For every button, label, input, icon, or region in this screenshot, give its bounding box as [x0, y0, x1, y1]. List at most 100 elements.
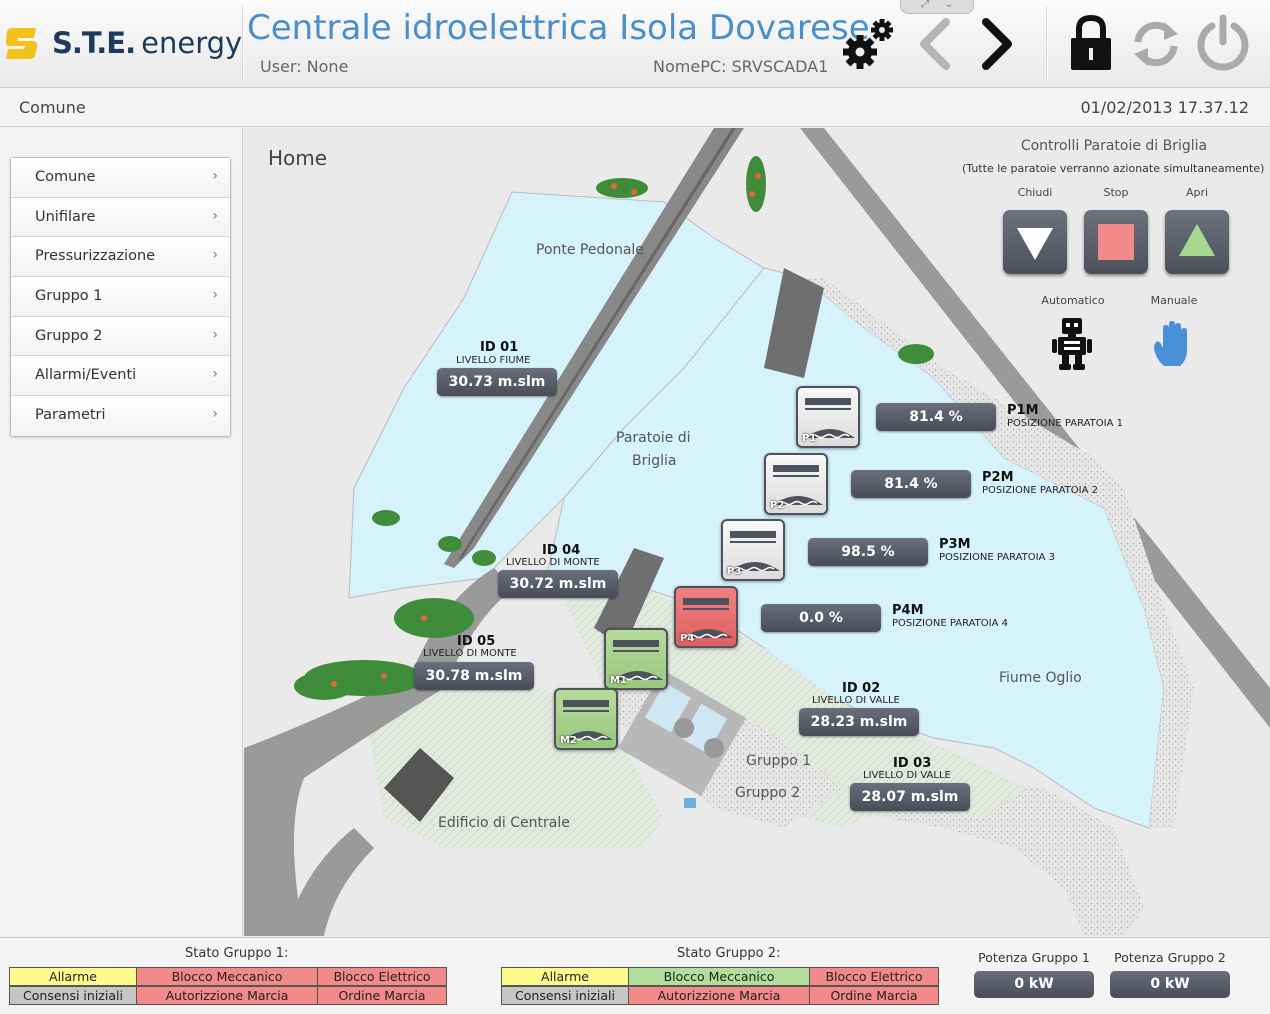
label-briglia: Briglia — [632, 453, 677, 469]
intake-m2[interactable]: M2 — [554, 688, 618, 750]
label-gruppo-2: Gruppo 2 — [735, 785, 801, 801]
sidebar-item-allarmi-eventi[interactable]: Allarmi/Eventi › — [11, 356, 230, 397]
back-icon[interactable] — [912, 16, 956, 72]
chevron-right-icon: › — [212, 326, 218, 343]
gate-label: P2 — [770, 500, 785, 511]
expand-icon[interactable]: ⤢ — [921, 0, 929, 10]
open-gates-button[interactable] — [1165, 210, 1229, 274]
sensor-value-01: 30.73 m.slm — [437, 368, 557, 396]
sidebar-item-pressurizzazione[interactable]: Pressurizzazione › — [11, 237, 230, 278]
chevron-right-icon: › — [212, 168, 218, 184]
close-label: Chiudi — [1017, 186, 1053, 199]
sensor-value-04: 30.72 m.slm — [498, 570, 618, 598]
forward-icon[interactable] — [976, 16, 1020, 72]
stop-gates-button[interactable] — [1084, 210, 1148, 274]
hand-icon[interactable] — [1150, 320, 1194, 368]
sidebar-item-parametri[interactable]: Parametri › — [11, 396, 230, 436]
chevron-right-icon: › — [212, 207, 218, 224]
power-group2-value: 0 kW — [1110, 971, 1230, 998]
sensor-id-04: ID 04 — [542, 543, 581, 558]
window-controls-tab[interactable]: ⤢ ⌄ — [900, 0, 974, 14]
gate-p3-code: P3M — [939, 537, 971, 552]
g2-ordine-marcia: Ordine Marcia — [809, 986, 939, 1005]
gate-p3[interactable]: P3 — [721, 519, 785, 581]
g2-allarme: Allarme — [501, 967, 629, 986]
brand-light: energy — [141, 26, 243, 60]
g2-blocco-elettrico: Blocco Elettrico — [809, 967, 939, 986]
sensor-desc-02: LIVELLO DI VALLE — [812, 695, 900, 706]
gate-p1-position: 81.4 % — [876, 403, 996, 431]
close-gates-button[interactable] — [1003, 210, 1067, 274]
sidebar-item-gruppo-2[interactable]: Gruppo 2 › — [11, 316, 230, 357]
power-group2-title: Potenza Gruppo 2 — [1114, 950, 1226, 965]
g1-ordine-marcia: Ordine Marcia — [317, 986, 447, 1005]
sensor-value-05: 30.78 m.slm — [414, 662, 534, 690]
triangle-down-icon — [1017, 228, 1053, 260]
robot-icon[interactable] — [1050, 316, 1094, 372]
gate-p2[interactable]: P2 — [764, 453, 828, 515]
label-ponte-pedonale: Ponte Pedonale — [536, 242, 644, 258]
gears-icon[interactable] — [840, 16, 896, 72]
sidebar-item-comune[interactable]: Comune › — [11, 158, 230, 198]
sensor-value-03: 28.07 m.slm — [850, 783, 970, 811]
status-bar: Comune 01/02/2013 17.37.12 — [0, 89, 1270, 127]
g2-blocco-meccanico: Blocco Meccanico — [628, 967, 810, 986]
refresh-icon[interactable] — [1128, 16, 1184, 72]
current-page-label: Comune — [19, 98, 86, 117]
gate-p4[interactable]: P4 — [674, 586, 738, 648]
header-divider — [1046, 6, 1048, 82]
label-fiume-oglio: Fiume Oglio — [999, 670, 1082, 686]
sidebar-item-label: Allarmi/Eventi — [35, 367, 137, 384]
sidebar-item-label: Unifilare — [35, 208, 96, 225]
header-divider — [242, 6, 244, 82]
sensor-desc-04: LIVELLO DI MONTE — [506, 557, 600, 568]
sensor-id-01: ID 01 — [480, 340, 519, 355]
sensor-desc-03: LIVELLO DI VALLE — [863, 770, 951, 781]
sensor-id-05: ID 05 — [457, 634, 496, 649]
sidebar-item-label: Parametri — [35, 407, 106, 424]
sidebar-item-unifilare[interactable]: Unifilare › — [11, 197, 230, 238]
plant-map: Home Ponte Pedonale Paratoie di Briglia … — [244, 128, 1270, 936]
label-gruppo-1: Gruppo 1 — [746, 753, 812, 769]
gate-p3-position: 98.5 % — [808, 538, 928, 566]
chevron-right-icon: › — [212, 366, 218, 383]
lock-icon[interactable] — [1068, 14, 1114, 72]
group2-status-title: Stato Gruppo 2: — [677, 946, 781, 961]
power-icon[interactable] — [1194, 14, 1252, 72]
nav-menu: Comune › Unifilare › Pressurizzazione › Gru… — [10, 157, 231, 437]
g1-autorizzione-marcia: Autorizzione Marcia — [136, 986, 318, 1005]
gate-p4-desc: POSIZIONE PARATOIA 4 — [892, 618, 1008, 629]
sidebar-item-gruppo-1[interactable]: Gruppo 1 › — [11, 277, 230, 317]
sidebar-item-label: Gruppo 2 — [35, 327, 103, 344]
chevron-down-icon[interactable]: ⌄ — [945, 0, 953, 10]
chevron-right-icon: › — [212, 406, 218, 423]
sidebar-item-label: Gruppo 1 — [35, 288, 103, 305]
datetime-label: 01/02/2013 17.37.12 — [1080, 98, 1249, 117]
power-group1-title: Potenza Gruppo 1 — [978, 950, 1090, 965]
gate-p1[interactable]: P1 — [796, 386, 860, 448]
intake-m1[interactable]: M1 — [604, 628, 668, 690]
gate-controls-title: Controlli Paratoie di Briglia — [1020, 138, 1208, 154]
gate-p4-position: 0.0 % — [761, 604, 881, 632]
gate-p4-code: P4M — [892, 603, 924, 618]
g1-blocco-meccanico: Blocco Meccanico — [136, 967, 318, 986]
sensor-desc-01: LIVELLO FIUME — [456, 355, 531, 366]
g1-blocco-elettrico: Blocco Elettrico — [317, 967, 447, 986]
power-group1-value: 0 kW — [974, 971, 1094, 998]
gate-label: P1 — [802, 433, 817, 444]
gate-controls-subtitle: (Tutte le paratoie verranno azionate sim… — [962, 162, 1265, 175]
ste-energy-logo: S.T.E. energy — [4, 24, 243, 64]
sensor-desc-05: LIVELLO DI MONTE — [423, 648, 517, 659]
open-label: Apri — [1185, 186, 1209, 199]
gate-p2-position: 81.4 % — [851, 470, 971, 498]
gate-p1-desc: POSIZIONE PARATOIA 1 — [1007, 418, 1123, 429]
brand-bold: S.T.E. — [52, 26, 136, 60]
footer-status: Stato Gruppo 1: Allarme Blocco Meccanico… — [0, 937, 1270, 1014]
chevron-right-icon: › — [212, 287, 218, 304]
label-paratoie: Paratoie di — [616, 430, 691, 446]
g1-consensi-iniziali: Consensi iniziali — [9, 986, 137, 1005]
gate-label: P3 — [727, 566, 742, 577]
manual-label: Manuale — [1150, 294, 1198, 307]
app-title: Centrale idroelettrica Isola Dovarese — [247, 8, 870, 48]
label-edificio-centrale: Edificio di Centrale — [438, 815, 570, 831]
